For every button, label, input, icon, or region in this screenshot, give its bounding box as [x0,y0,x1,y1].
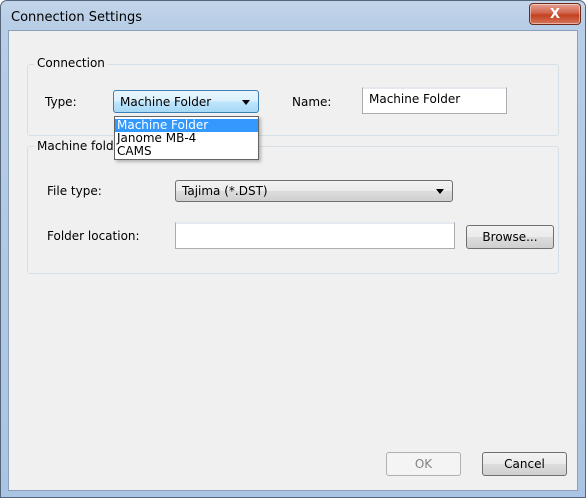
folder-location-label: Folder location: [47,229,140,243]
dropdown-option-cams[interactable]: CAMS [115,145,258,158]
folder-location-input[interactable] [175,222,455,249]
browse-button[interactable]: Browse... [466,225,554,249]
chevron-down-icon [436,189,444,194]
type-combobox[interactable]: Machine Folder [113,90,259,113]
chevron-down-icon [242,99,250,105]
file-type-combobox-value: Tajima (*.DST) [182,184,268,198]
connection-group-label: Connection [34,56,108,70]
name-input[interactable]: Machine Folder [362,87,507,114]
close-button[interactable]: X [529,3,581,25]
file-type-combobox[interactable]: Tajima (*.DST) [175,180,453,202]
name-label: Name: [292,95,332,109]
type-combobox-value: Machine Folder [120,94,212,109]
cancel-button[interactable]: Cancel [482,452,567,476]
type-label: Type: [45,95,77,109]
machine-folder-group [27,146,559,274]
type-dropdown-list: Machine Folder Janome MB-4 CAMS [114,116,259,160]
file-type-label: File type: [47,184,102,198]
ok-button[interactable]: OK [386,452,461,476]
window-title: Connection Settings [11,10,143,25]
name-input-value: Machine Folder [369,92,461,106]
close-icon: X [549,6,561,22]
